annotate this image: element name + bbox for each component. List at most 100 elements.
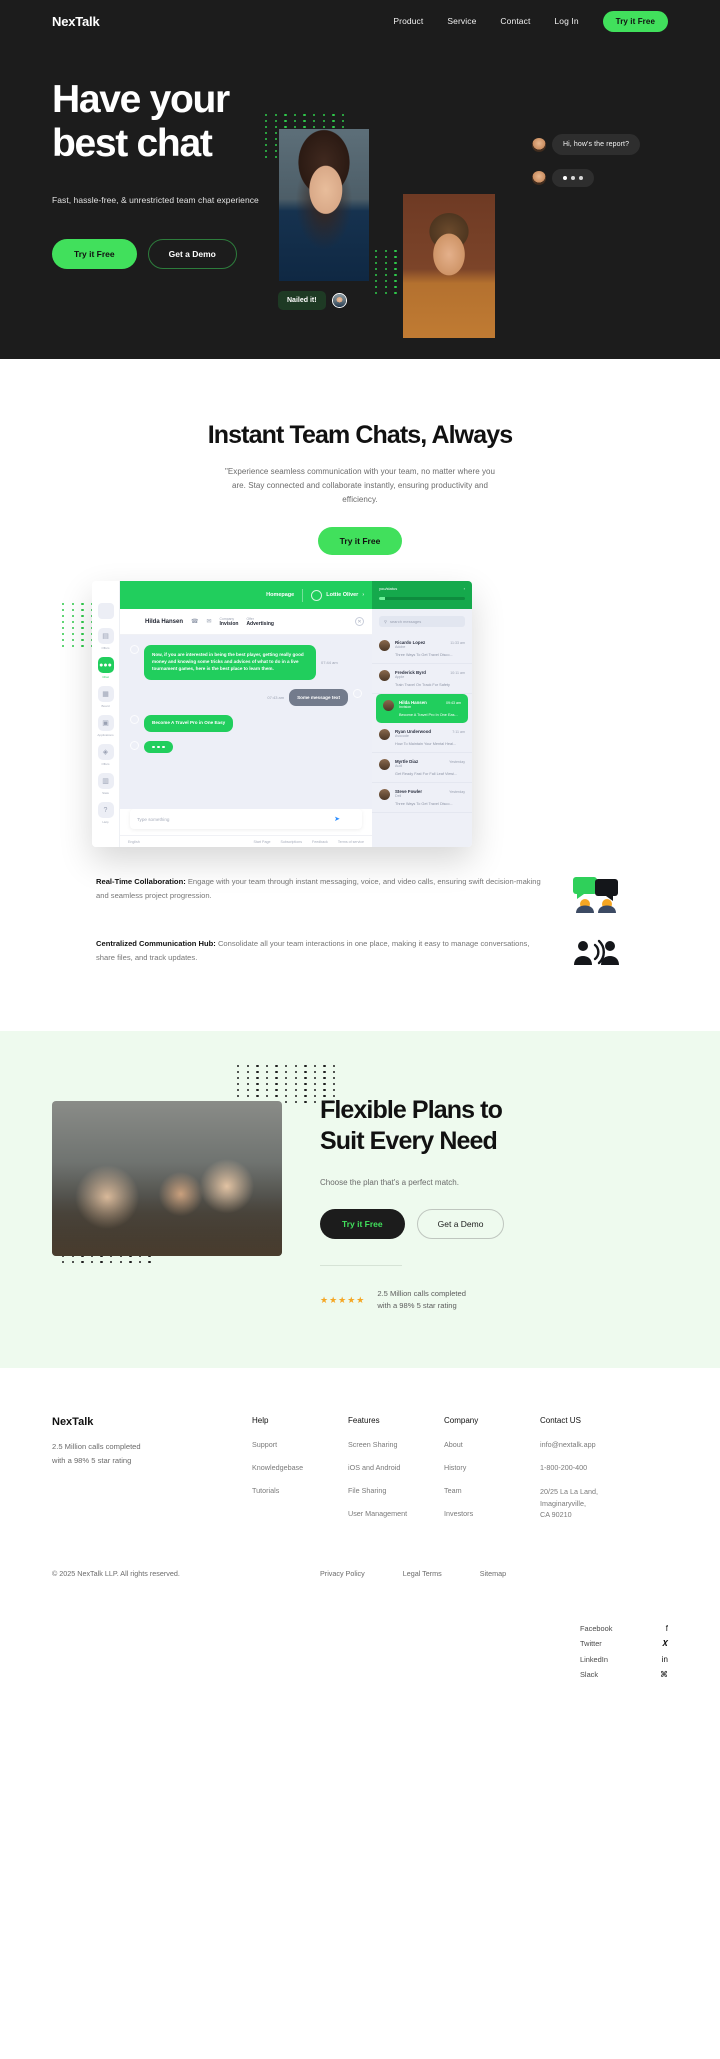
plans-divider [320,1265,402,1267]
hero-chat-bubble-text: Hi, how's the report? [552,134,641,155]
mockup-conversation-item[interactable]: Ryan Underwood 7:11 am Avocode How To Ma… [372,723,472,753]
hero-photo-man [403,194,495,338]
mockup-offer-field: Offer Advertising [246,617,274,627]
footer-link-screen-sharing[interactable]: Screen Sharing [348,1440,444,1449]
mockup-conversation-item[interactable]: Hilda Hansen 09:43 am Invision Become A … [376,694,468,723]
footer-social-linkedin[interactable]: LinkedIn in [580,1655,668,1664]
mockup-user-menu[interactable]: Lottie Oliver › [311,589,364,601]
mockup-sidebar-item-stats-5[interactable]: ▥ Stats [97,773,114,795]
instant-cta-group: Try it Free [0,527,720,555]
site-footer: NexTalk 2.5 Million calls completed with… [0,1368,720,1584]
mockup-conversation-item[interactable]: Ricardo Lopez 11:33 am Adobe Three Ways … [372,634,472,664]
mockup-message-0: Now, if you are interested in being the … [130,645,362,680]
mockup-search-field[interactable]: ⚲ search messages [379,616,465,627]
footer-link-investors[interactable]: Investors [444,1509,540,1518]
footer-link-sitemap[interactable]: Sitemap [480,1569,506,1578]
footer-link-ios-android[interactable]: iOS and Android [348,1463,444,1472]
footer-link-about[interactable]: About [444,1440,540,1449]
footer-link-privacy-policy[interactable]: Privacy Policy [320,1569,365,1578]
mockup-sidebar-label: Board [101,704,110,708]
mockup-message-1: 07:43 am Some message text [130,688,362,706]
instant-try-it-free-button[interactable]: Try it Free [317,527,403,555]
nav-try-it-free-button[interactable]: Try it Free [602,10,668,32]
footer-social-links: Facebook f Twitter 𝑿 LinkedIn in Slack ⌘ [580,1624,668,1685]
instant-chats-subtitle: "Experience seamless communication with … [225,467,496,504]
mockup-sidebar-item-offers-0[interactable]: ▤ Offers [97,628,114,650]
mockup-conversation-company: Audi [395,764,403,768]
mockup-user-avatar [311,589,323,601]
mockup-sidebar-item-help-6[interactable]: ? Help [97,802,114,824]
mockup-footer-link-1[interactable]: Subscriptions [280,840,302,844]
nav-link-login[interactable]: Log In [554,16,578,26]
chat-bubbles-people-icon [568,875,624,913]
nav-link-service[interactable]: Service [447,16,476,26]
mockup-footer-bar: English Start Page Subscriptions Feedbac… [120,835,372,847]
footer-link-legal-terms[interactable]: Legal Terms [403,1569,442,1578]
footer-link-team[interactable]: Team [444,1486,540,1495]
mockup-sidebar-item-applications-3[interactable]: ▣ Applications [97,715,114,737]
footer-column-contact: Contact US info@nextalk.app 1-800-200-40… [540,1416,660,1535]
footer-social-slack[interactable]: Slack ⌘ [580,1670,668,1679]
mockup-sidebar-item-chat-1[interactable]: ●●● Chat [97,657,114,679]
send-icon[interactable]: ➤ [334,815,340,823]
mockup-footer-link-0[interactable]: Start Page [253,840,270,844]
footer-contact-phone[interactable]: 1-800-200-400 [540,1463,660,1472]
mockup-conversation-item[interactable]: Myrtle Diaz Yesterday Audi Get Ready Fas… [372,753,472,783]
nav-link-product[interactable]: Product [393,16,423,26]
chevron-right-icon: › [362,592,364,598]
mockup-status-label: you/status [379,586,398,591]
footer-link-support[interactable]: Support [252,1440,348,1449]
footer-social-label: Slack [580,1669,599,1679]
mockup-conversation-item[interactable]: Steve Fowler Yesterday Dell Three Ways T… [372,783,472,813]
hero-body: Have your best chat Fast, hassle-free, &… [0,42,720,359]
chevron-right-icon-status[interactable]: › [464,586,465,591]
applications-icon: ▣ [97,715,114,731]
phone-icon[interactable]: ☎ [191,618,198,625]
mockup-conversation-preview: Get Ready Fast For Fall Leaf Viewi... [395,772,458,776]
plans-get-a-demo-button[interactable]: Get a Demo [416,1209,505,1240]
mockup-message-time: 07:43 am [267,694,285,700]
plans-team-photo [52,1101,282,1257]
footer-address-line2: Imaginaryville, [540,1498,586,1508]
hero-get-a-demo-button[interactable]: Get a Demo [147,239,237,270]
feature-text-1: Centralized Communication Hub: Consolida… [96,937,550,965]
footer-brand-tagline: 2.5 Million calls completed with a 98% 5… [52,1440,252,1467]
mockup-message-thread: Now, if you are interested in being the … [120,635,372,809]
mockup-conversation-company: Apple [395,675,405,679]
mockup-sidebar-item-offers-4[interactable]: ◈ Offers [97,744,114,766]
mockup-conversation-avatar [379,670,390,681]
hero-try-it-free-button[interactable]: Try it Free [52,239,137,270]
briefcase-icon: ▤ [97,628,114,644]
close-icon[interactable]: ✕ [355,617,364,626]
plans-try-it-free-button[interactable]: Try it Free [320,1209,405,1240]
mockup-footer-link-3[interactable]: Terms of service [338,840,364,844]
mockup-message-avatar [130,714,139,724]
footer-social-label: LinkedIn [580,1654,608,1664]
footer-link-file-sharing[interactable]: File Sharing [348,1486,444,1495]
hero-chat-message: Hi, how's the report? [532,134,641,155]
footer-contact-email[interactable]: info@nextalk.app [540,1440,660,1449]
mockup-composer[interactable]: Type something ➤ [130,809,362,829]
nav-link-contact[interactable]: Contact [500,16,530,26]
footer-link-tutorials[interactable]: Tutorials [252,1486,348,1495]
mail-icon[interactable]: ✉ [207,618,212,625]
plans-rating-line2: with a 98% 5 star rating [377,1301,457,1311]
mockup-sidebar-item-board-2[interactable]: ▦ Board [97,686,114,708]
mockup-footer-link-2[interactable]: Feedback [312,840,328,844]
footer-link-knowledgebase[interactable]: Knowledgebase [252,1463,348,1472]
footer-legal-links: Privacy Policy Legal Terms Sitemap [320,1569,668,1578]
footer-social-twitter[interactable]: Twitter 𝑿 [580,1639,668,1649]
mockup-conversation-company: Dell [395,794,402,798]
footer-link-user-management[interactable]: User Management [348,1509,444,1518]
chat-icon: ●●● [97,657,114,673]
mockup-sidebar-label: Offers [101,762,110,766]
mockup-conversation-item[interactable]: Frederick Byrd 10:11 am Apple Train Trav… [372,664,472,694]
top-navbar: NexTalk Product Service Contact Log In T… [0,0,720,42]
footer-social-facebook[interactable]: Facebook f [580,1624,668,1633]
mockup-conversation-avatar [379,729,390,740]
mockup-homepage-link[interactable]: Homepage [266,592,294,598]
mockup-conversation-avatar [379,789,390,800]
brand-logo[interactable]: NexTalk [52,14,100,29]
mockup-language-selector[interactable]: English [128,840,140,844]
footer-link-history[interactable]: History [444,1463,540,1472]
